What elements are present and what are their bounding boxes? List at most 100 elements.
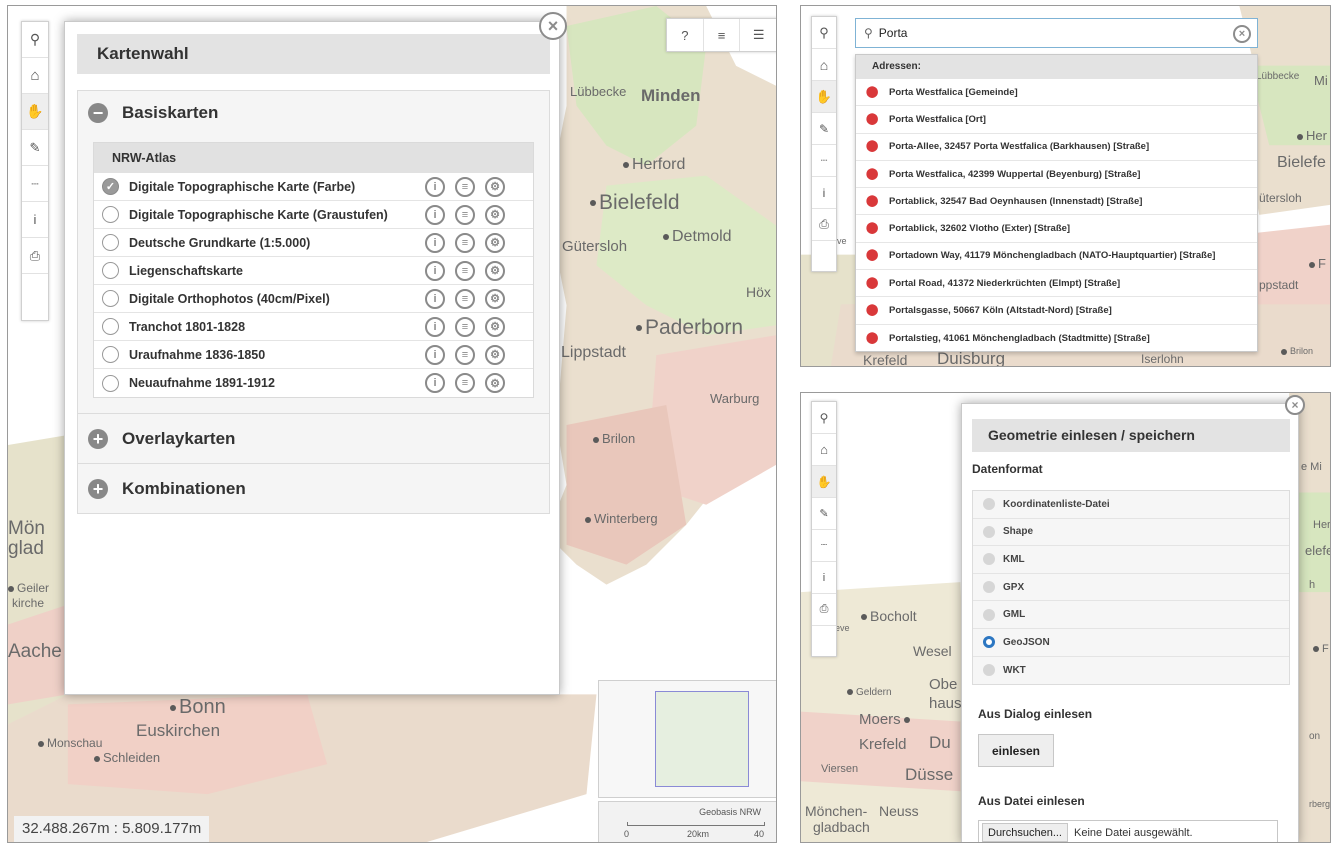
result-item[interactable]: ⬤ Portablick, 32547 Bad Oeynhausen (Innen… xyxy=(856,188,1257,216)
settings-icon[interactable]: ⚙ xyxy=(485,373,505,393)
settings-icon[interactable]: ⚙ xyxy=(485,204,505,225)
kombinationen-header[interactable]: + Kombinationen xyxy=(78,464,549,514)
radio-icon[interactable] xyxy=(983,525,995,538)
home-icon[interactable]: ⌂ xyxy=(22,58,48,94)
overview-map[interactable] xyxy=(598,680,776,798)
legend-icon[interactable]: ≡ xyxy=(455,288,475,309)
legend-icon[interactable]: ≡ xyxy=(455,260,475,281)
home-icon[interactable]: ⌂ xyxy=(812,49,836,81)
overlaykarten-section[interactable]: + Overlaykarten xyxy=(77,414,550,464)
measure-icon[interactable]: ┈ xyxy=(22,166,48,202)
result-item[interactable]: ⬤ Porta Westfalica [Ort] xyxy=(856,106,1257,134)
settings-icon[interactable]: ⚙ xyxy=(485,260,505,281)
radio-icon[interactable] xyxy=(102,346,119,363)
result-item[interactable]: ⬤ Porta-Allee, 32457 Porta Westfalica (Ba… xyxy=(856,134,1257,161)
result-item[interactable]: ⬤ Portablick, 32602 Vlotho (Exter) [Straß… xyxy=(856,215,1257,243)
info-icon[interactable]: i xyxy=(425,344,445,365)
radio-icon[interactable] xyxy=(102,318,119,335)
close-icon[interactable]: × xyxy=(1285,395,1305,415)
measure-icon[interactable]: ┈ xyxy=(812,145,836,177)
format-option[interactable]: GeoJSON xyxy=(973,628,1289,657)
info-icon[interactable]: i xyxy=(425,316,445,337)
radio-icon[interactable] xyxy=(102,290,119,307)
result-item[interactable]: ⬤ Portadown Way, 41179 Mönchengladbach (N… xyxy=(856,243,1257,271)
result-item[interactable]: ⬤ Portalsgasse, 50667 Köln (Altstadt-Nord… xyxy=(856,297,1257,325)
radio-icon[interactable] xyxy=(983,498,995,511)
radio-icon[interactable] xyxy=(102,374,119,392)
settings-icon[interactable]: ⚙ xyxy=(485,288,505,309)
info-icon[interactable]: i xyxy=(425,232,445,253)
map-row[interactable]: Tranchot 1801-1828 i ≡ ⚙ xyxy=(94,313,533,341)
info-icon[interactable]: i xyxy=(812,177,836,209)
info-icon[interactable]: i xyxy=(425,288,445,309)
map-row[interactable]: ✓ Digitale Topographische Karte (Farbe) i ≡… xyxy=(94,173,533,201)
info-icon[interactable]: i xyxy=(425,204,445,225)
result-item[interactable]: ⬤ Porta Westfalica, 42399 Wuppertal (Beye… xyxy=(856,161,1257,189)
file-input[interactable]: Durchsuchen... Keine Datei ausgewählt. xyxy=(978,820,1278,842)
basiskarten-header[interactable]: − Basiskarten xyxy=(78,91,549,135)
info-icon[interactable]: i xyxy=(425,373,445,393)
radio-checked-icon[interactable]: ✓ xyxy=(102,178,119,195)
format-option[interactable]: GPX xyxy=(973,573,1289,602)
help-button[interactable]: ? xyxy=(667,19,704,51)
result-item[interactable]: ⬤ Porta Westfalica [Gemeinde] xyxy=(856,79,1257,107)
draw-pencil-icon[interactable]: ✎ xyxy=(812,113,836,145)
format-option[interactable]: WKT xyxy=(973,656,1289,685)
location-pin-icon[interactable]: ⚲ xyxy=(22,22,48,58)
pan-hand-icon[interactable]: ✋ xyxy=(812,81,836,113)
menu-button[interactable]: ☰ xyxy=(740,19,776,51)
list-button[interactable]: ≡ xyxy=(703,19,741,51)
info-icon[interactable]: i xyxy=(425,176,445,197)
result-item[interactable]: ⬤ Portalstieg, 41061 Mönchengladbach (Sta… xyxy=(856,325,1257,352)
print-icon[interactable]: ⎙ xyxy=(812,594,836,626)
radio-icon[interactable] xyxy=(983,664,995,677)
settings-icon[interactable]: ⚙ xyxy=(485,176,505,197)
radio-icon[interactable] xyxy=(983,553,995,566)
format-option[interactable]: Shape xyxy=(973,518,1289,547)
radio-icon[interactable] xyxy=(102,234,119,251)
search-input[interactable]: ⚲ Porta × xyxy=(855,18,1258,48)
browse-button[interactable]: Durchsuchen... xyxy=(982,823,1068,842)
location-pin-icon[interactable]: ⚲ xyxy=(812,17,836,49)
info-icon[interactable]: i xyxy=(425,260,445,281)
print-icon[interactable]: ⎙ xyxy=(22,238,48,274)
map-row[interactable]: Digitale Orthophotos (40cm/Pixel) i ≡ ⚙ xyxy=(94,285,533,313)
radio-icon[interactable] xyxy=(102,206,119,223)
home-icon[interactable]: ⌂ xyxy=(812,434,836,466)
format-option[interactable]: GML xyxy=(973,601,1289,629)
settings-icon[interactable]: ⚙ xyxy=(485,344,505,365)
legend-icon[interactable]: ≡ xyxy=(455,344,475,365)
radio-icon[interactable] xyxy=(983,608,995,621)
draw-pencil-icon[interactable]: ✎ xyxy=(812,498,836,530)
result-item[interactable]: ⬤ Portal Road, 41372 Niederkrüchten (Elmp… xyxy=(856,270,1257,298)
map-row[interactable]: Neuaufnahme 1891-1912 i ≡ ⚙ xyxy=(94,369,533,397)
settings-icon[interactable]: ⚙ xyxy=(485,232,505,253)
map-row[interactable]: Deutsche Grundkarte (1:5.000) i ≡ ⚙ xyxy=(94,229,533,257)
settings-icon[interactable]: ⚙ xyxy=(485,316,505,337)
close-icon[interactable]: × xyxy=(539,12,567,40)
legend-icon[interactable]: ≡ xyxy=(455,204,475,225)
format-option[interactable]: KML xyxy=(973,546,1289,574)
measure-icon[interactable]: ┈ xyxy=(812,530,836,562)
location-pin-icon[interactable]: ⚲ xyxy=(812,402,836,434)
draw-pencil-icon[interactable]: ✎ xyxy=(22,130,48,166)
legend-icon[interactable]: ≡ xyxy=(455,373,475,393)
legend-icon[interactable]: ≡ xyxy=(455,316,475,337)
kombinationen-section[interactable]: + Kombinationen xyxy=(77,464,550,514)
info-icon[interactable]: i xyxy=(812,562,836,594)
radio-icon[interactable] xyxy=(102,262,119,279)
print-icon[interactable]: ⎙ xyxy=(812,209,836,241)
map-row[interactable]: Uraufnahme 1836-1850 i ≡ ⚙ xyxy=(94,341,533,369)
map-row[interactable]: Liegenschaftskarte i ≡ ⚙ xyxy=(94,257,533,285)
info-icon[interactable]: i xyxy=(22,202,48,238)
clear-search-icon[interactable]: × xyxy=(1233,25,1251,43)
pan-hand-icon[interactable]: ✋ xyxy=(22,94,48,130)
search-query[interactable]: Porta xyxy=(879,26,908,40)
map-row[interactable]: Digitale Topographische Karte (Graustufe… xyxy=(94,201,533,229)
radio-icon[interactable] xyxy=(983,581,995,594)
legend-icon[interactable]: ≡ xyxy=(455,232,475,253)
pan-hand-icon[interactable]: ✋ xyxy=(812,466,836,498)
radio-selected-icon[interactable] xyxy=(983,636,995,649)
format-option[interactable]: Koordinatenliste-Datei xyxy=(973,491,1289,519)
overlaykarten-header[interactable]: + Overlaykarten xyxy=(78,414,549,464)
